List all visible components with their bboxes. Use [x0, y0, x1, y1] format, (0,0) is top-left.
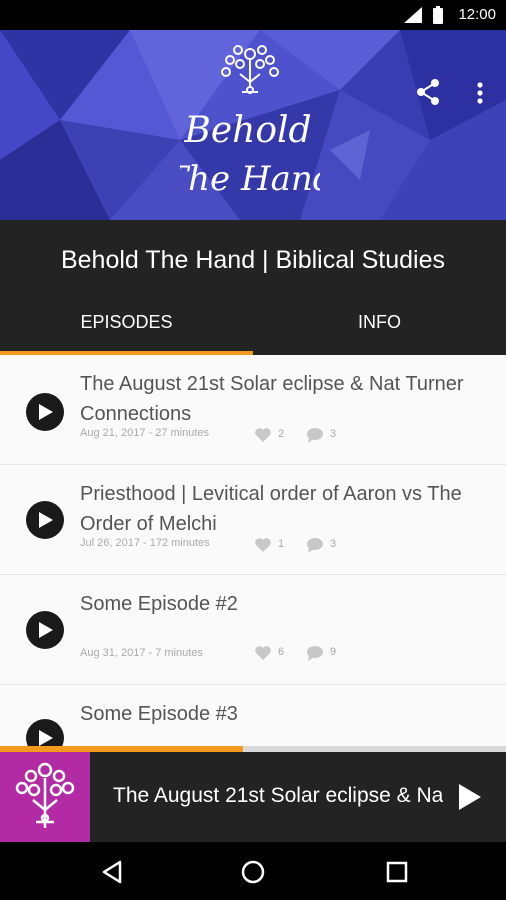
home-icon[interactable] — [240, 859, 266, 885]
episode-thumbnail — [0, 752, 90, 842]
likes[interactable]: 1 — [254, 537, 314, 553]
status-time: 12:00 — [458, 6, 496, 23]
comments[interactable]: 3 — [306, 427, 366, 443]
episode-meta: Aug 31, 2017 - 7 minutes — [80, 647, 203, 659]
episode-title: The August 21st Solar eclipse & Nat Turn… — [80, 373, 464, 425]
comments[interactable]: 3 — [306, 537, 366, 553]
heart-icon — [255, 428, 271, 442]
comments-count: 9 — [330, 646, 337, 658]
svg-text:The Hand: The Hand — [180, 159, 320, 199]
heart-icon — [255, 646, 271, 660]
episode-row[interactable]: Some Episode #3 — [0, 685, 506, 753]
mini-player[interactable]: The August 21st Solar eclipse & Nat Turn… — [0, 752, 506, 842]
comment-icon — [307, 538, 323, 553]
episode-title: Some Episode #2 — [80, 593, 238, 615]
play-button[interactable] — [26, 393, 64, 431]
tree-logo-icon — [15, 762, 75, 828]
episode-title: Priesthood | Levitical order of Aaron vs… — [80, 483, 462, 535]
play-icon — [39, 622, 53, 638]
share-icon[interactable] — [414, 78, 442, 106]
comments-count: 3 — [330, 538, 337, 550]
now-playing-title: The August 21st Solar eclipse & Nat Turn… — [113, 784, 443, 807]
comments-count: 3 — [330, 428, 337, 440]
recents-icon[interactable] — [384, 859, 410, 885]
status-bar: 12:00 — [0, 0, 506, 30]
comments[interactable]: 9 — [306, 645, 366, 661]
episode-row[interactable]: Priesthood | Levitical order of Aaron vs… — [0, 465, 506, 575]
podcast-banner: Behold The Hand — [0, 30, 506, 220]
more-vert-icon[interactable] — [470, 80, 490, 106]
svg-text:Behold: Behold — [183, 110, 311, 151]
episode-meta: Jul 26, 2017 - 172 minutes — [80, 537, 210, 549]
comment-icon — [307, 646, 323, 661]
likes[interactable]: 6 — [254, 645, 314, 661]
likes-count: 1 — [278, 538, 285, 550]
likes-count: 2 — [278, 428, 285, 440]
play-icon[interactable] — [457, 782, 483, 812]
behold-the-hand-logo: Behold The Hand — [180, 45, 320, 199]
heart-icon — [255, 538, 271, 552]
play-button[interactable] — [26, 501, 64, 539]
episode-meta: Aug 21, 2017 - 27 minutes — [80, 427, 210, 439]
comment-icon — [307, 428, 323, 443]
battery-icon — [433, 6, 443, 24]
system-nav-bar — [0, 842, 506, 900]
episode-list[interactable]: The August 21st Solar eclipse & Nat Turn… — [0, 355, 506, 753]
episode-title: Some Episode #3 — [80, 703, 238, 725]
signal-icon — [404, 7, 422, 23]
tab-episodes[interactable]: EPISODES — [0, 312, 253, 333]
podcast-header: Behold The Hand | Biblical Studies EPISO… — [0, 220, 506, 355]
back-icon[interactable] — [100, 859, 126, 885]
likes[interactable]: 2 — [254, 427, 314, 443]
play-icon — [39, 512, 53, 528]
likes-count: 6 — [278, 646, 285, 658]
podcast-title: Behold The Hand | Biblical Studies — [60, 246, 446, 274]
tab-info[interactable]: INFO — [253, 312, 506, 333]
episode-row[interactable]: Some Episode #2 Aug 31, 2017 - 7 minutes… — [0, 575, 506, 685]
play-button[interactable] — [26, 611, 64, 649]
play-icon — [39, 730, 53, 746]
episode-row[interactable]: The August 21st Solar eclipse & Nat Turn… — [0, 355, 506, 465]
play-icon — [39, 404, 53, 420]
